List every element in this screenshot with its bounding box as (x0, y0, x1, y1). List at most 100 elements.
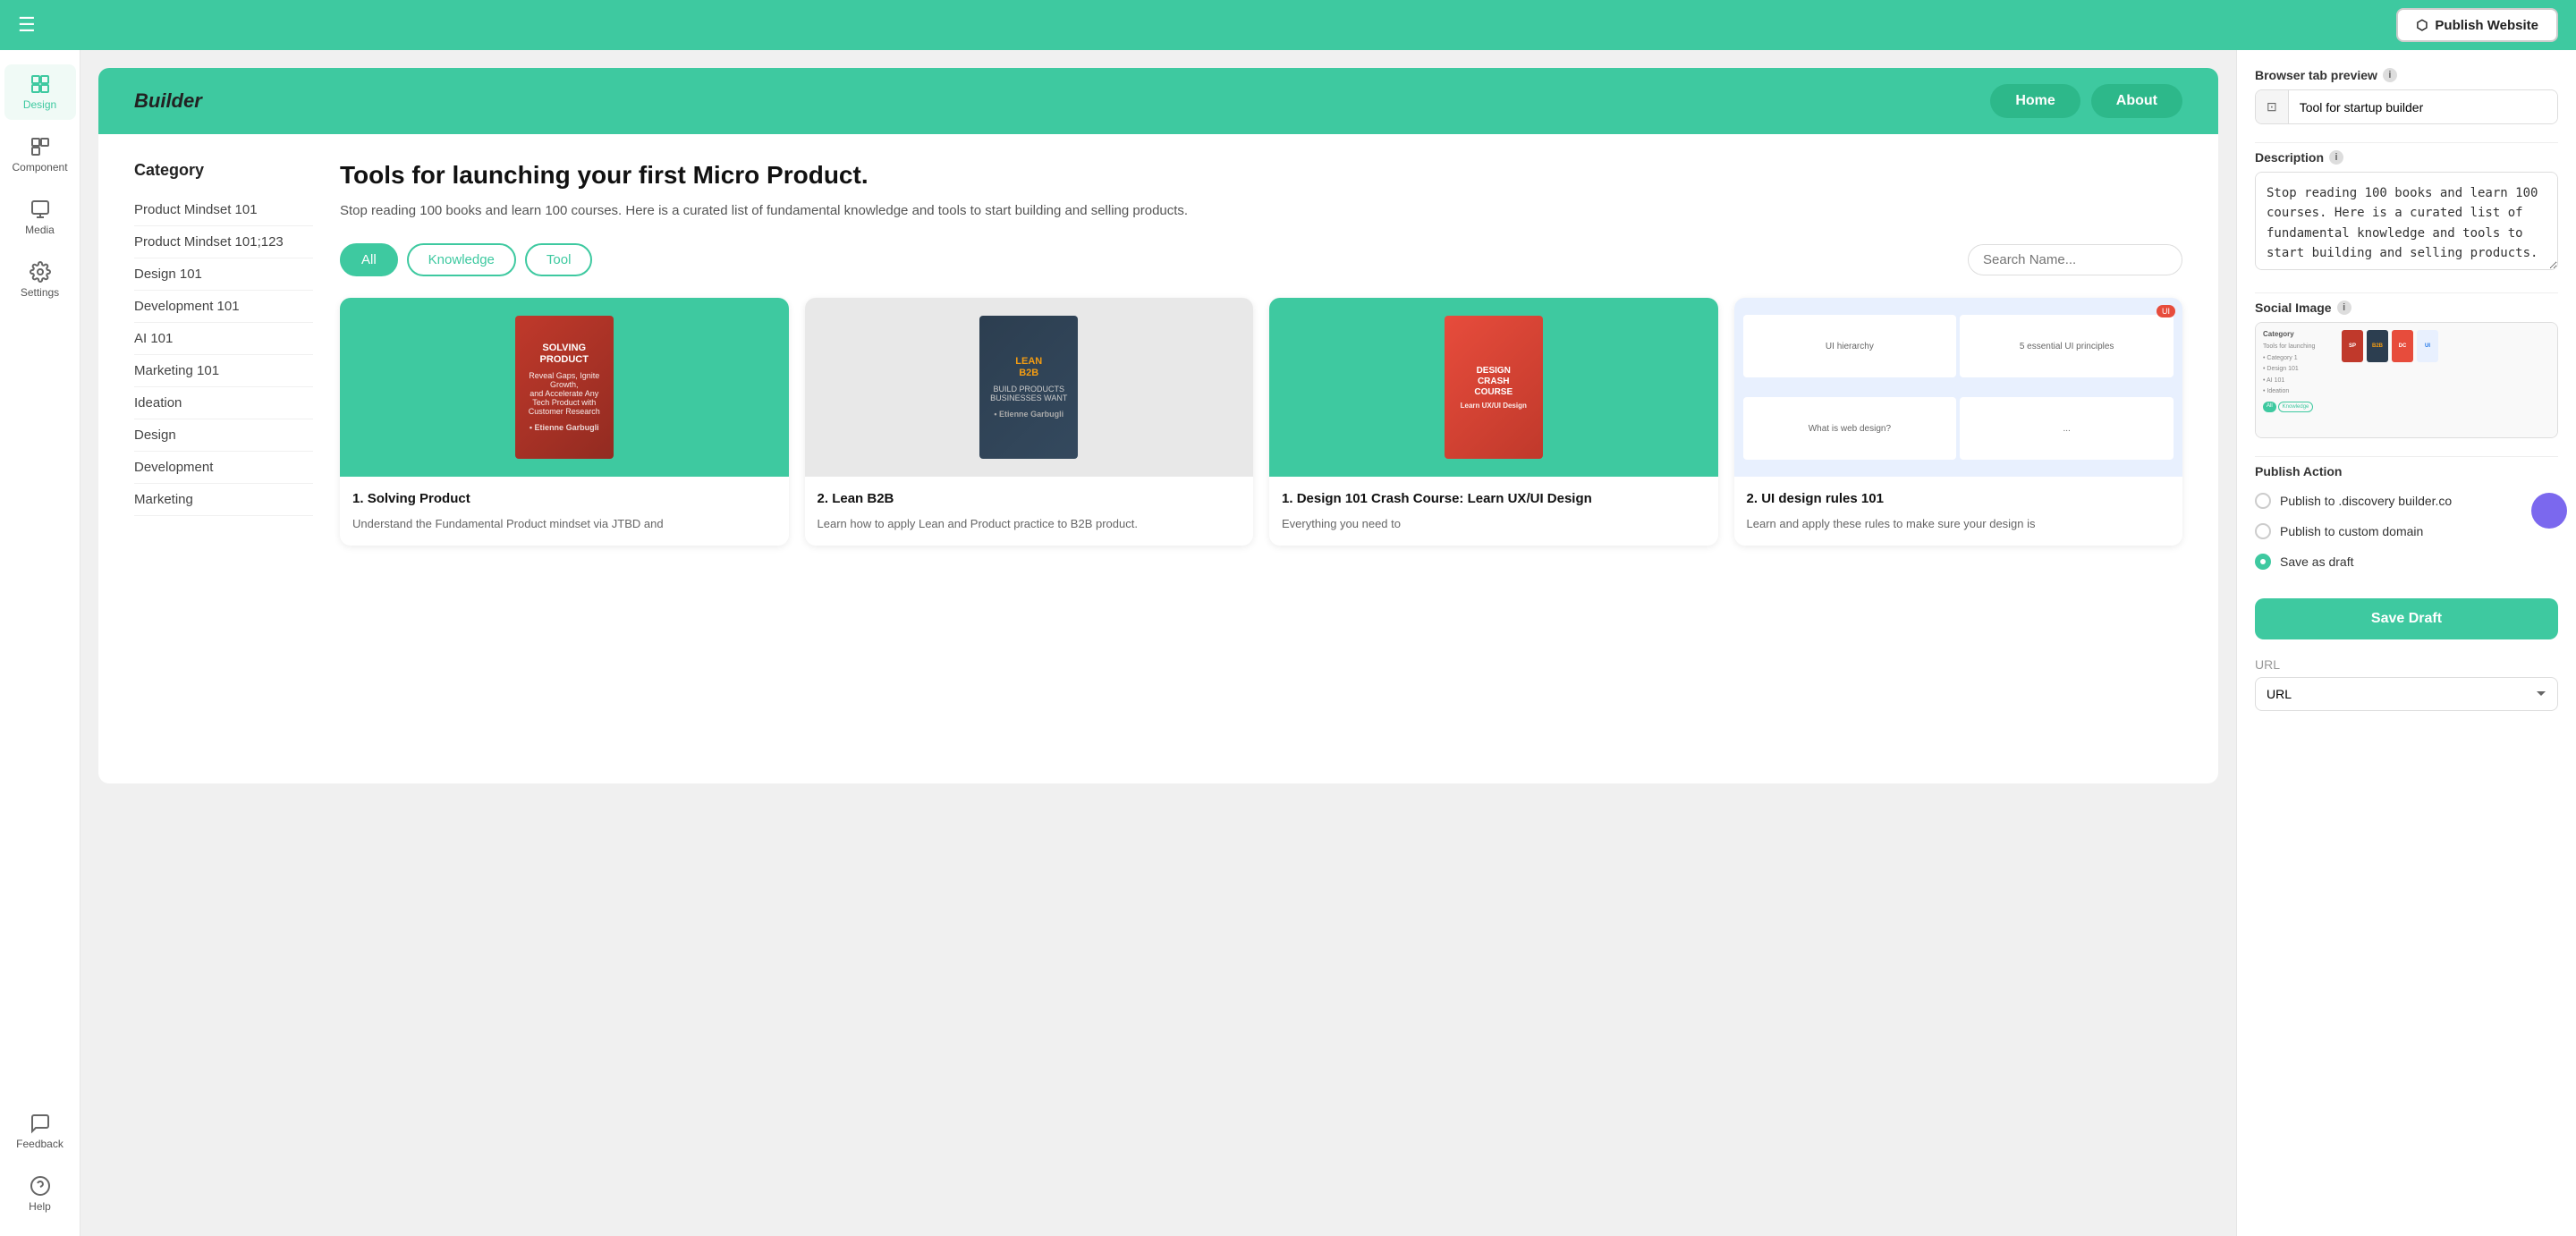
url-label: URL (2255, 657, 2558, 672)
radio-discovery[interactable] (2255, 493, 2271, 509)
list-item[interactable]: Design (134, 419, 313, 452)
sidebar-design-label: Design (23, 98, 56, 111)
browser-tab-label: Browser tab preview i (2255, 68, 2558, 82)
social-image-section: Social Image i Category Tools for launch… (2255, 301, 2558, 438)
list-item[interactable]: Marketing (134, 484, 313, 516)
card-content-2: 2. Lean B2B Learn how to apply Lean and … (805, 477, 1254, 546)
sidebar-item-component[interactable]: Component (4, 127, 76, 182)
social-image-label: Social Image i (2255, 301, 2558, 315)
search-input[interactable] (1968, 244, 2182, 275)
help-icon (30, 1175, 51, 1197)
card-item: SOLVINGPRODUCT Reveal Gaps, Ignite Growt… (340, 298, 789, 546)
filter-tool-button[interactable]: Tool (525, 243, 593, 276)
main-preview-area: Builder Home About Category Product Mind… (80, 50, 2236, 1236)
media-icon (30, 199, 51, 220)
book-cover-solving: SOLVINGPRODUCT Reveal Gaps, Ignite Growt… (515, 316, 614, 459)
filter-row: All Knowledge Tool (340, 243, 2182, 276)
list-item[interactable]: Product Mindset 101 (134, 194, 313, 226)
social-image-info-icon[interactable]: i (2337, 301, 2351, 315)
page-description: Stop reading 100 books and learn 100 cou… (340, 200, 2182, 222)
preview-body: Category Product Mindset 101 Product Min… (98, 134, 2218, 572)
url-select[interactable]: URL (2255, 677, 2558, 711)
book-cover-design: DESIGNCRASHCOURSE Learn UX/UI Design (1445, 316, 1543, 459)
preview-navbar: Builder Home About (98, 68, 2218, 134)
list-item[interactable]: Product Mindset 101;123 (134, 226, 313, 258)
sidebar-component-label: Component (12, 161, 67, 174)
filter-knowledge-button[interactable]: Knowledge (407, 243, 516, 276)
description-section: Description i Stop reading 100 books and… (2255, 150, 2558, 275)
radio-draft[interactable] (2255, 554, 2271, 570)
preview-logo: Builder (134, 89, 202, 113)
right-panel: Browser tab preview i ⊡ Description i St… (2236, 50, 2576, 1236)
sidebar-item-settings[interactable]: Settings (4, 252, 76, 308)
about-nav-button[interactable]: About (2091, 84, 2182, 118)
card-image-3: DESIGNCRASHCOURSE Learn UX/UI Design (1269, 298, 1718, 477)
left-sidebar: Design Component Media Settings Feedback (0, 50, 80, 1236)
component-icon (30, 136, 51, 157)
category-sidebar: Category Product Mindset 101 Product Min… (134, 161, 313, 546)
card-content-1: 1. Solving Product Understand the Fundam… (340, 477, 789, 546)
publish-custom-domain-option[interactable]: Publish to custom domain (2255, 516, 2558, 546)
tab-title-input[interactable] (2289, 91, 2557, 123)
sidebar-item-feedback[interactable]: Feedback (4, 1104, 76, 1159)
content-area: Tools for launching your first Micro Pro… (340, 161, 2182, 546)
list-item[interactable]: Marketing 101 (134, 355, 313, 387)
card-image-2: LEANB2B BUILD PRODUCTS BUSINESSES WANT •… (805, 298, 1254, 477)
preview-layout: Category Product Mindset 101 Product Min… (134, 161, 2182, 546)
url-section: URL URL (2255, 657, 2558, 711)
card-image-4: UI hierarchy 5 essential UI principles W… (1734, 298, 2183, 477)
description-info-icon[interactable]: i (2329, 150, 2343, 165)
category-title: Category (134, 161, 313, 180)
save-draft-button[interactable]: Save Draft (2255, 598, 2558, 639)
publish-website-button[interactable]: ⬡ Publish Website (2396, 8, 2558, 42)
browser-tab-section: Browser tab preview i ⊡ (2255, 68, 2558, 124)
list-item[interactable]: Development 101 (134, 291, 313, 323)
menu-icon[interactable]: ☰ (18, 13, 36, 37)
publish-action-label: Publish Action (2255, 464, 2558, 478)
home-nav-button[interactable]: Home (1990, 84, 2080, 118)
publish-draft-option[interactable]: Save as draft (2255, 546, 2558, 577)
card-content-3: 1. Design 101 Crash Course: Learn UX/UI … (1269, 477, 1718, 546)
sidebar-item-design[interactable]: Design (4, 64, 76, 120)
card-item: DESIGNCRASHCOURSE Learn UX/UI Design 1. … (1269, 298, 1718, 546)
card-item: UI hierarchy 5 essential UI principles W… (1734, 298, 2183, 546)
browser-tab-info-icon[interactable]: i (2383, 68, 2397, 82)
nav-buttons: Home About (1990, 84, 2182, 118)
card-image-1: SOLVINGPRODUCT Reveal Gaps, Ignite Growt… (340, 298, 789, 477)
topbar: ☰ ⬡ Publish Website (0, 0, 2576, 50)
card-desc-3: Everything you need to (1282, 515, 1706, 533)
tab-title-row: ⊡ (2255, 89, 2558, 124)
publish-discovery-option[interactable]: Publish to .discovery builder.co (2255, 486, 2558, 516)
divider (2255, 456, 2558, 457)
social-image-preview: Category Tools for launching• Category 1… (2255, 322, 2558, 438)
card-desc-2: Learn how to apply Lean and Product prac… (818, 515, 1241, 533)
sidebar-item-media[interactable]: Media (4, 190, 76, 245)
feedback-icon (30, 1113, 51, 1134)
list-item[interactable]: Development (134, 452, 313, 484)
user-avatar (2531, 493, 2567, 529)
tab-favicon-icon: ⊡ (2256, 90, 2289, 123)
card-desc-1: Understand the Fundamental Product minds… (352, 515, 776, 533)
list-item[interactable]: AI 101 (134, 323, 313, 355)
publish-icon: ⬡ (2416, 17, 2428, 33)
page-title: Tools for launching your first Micro Pro… (340, 161, 2182, 190)
category-list: Product Mindset 101 Product Mindset 101;… (134, 194, 313, 516)
description-textarea[interactable]: Stop reading 100 books and learn 100 cou… (2255, 172, 2558, 270)
settings-icon (30, 261, 51, 283)
sidebar-item-help[interactable]: Help (4, 1166, 76, 1222)
divider (2255, 142, 2558, 143)
filter-all-button[interactable]: All (340, 243, 398, 276)
radio-custom[interactable] (2255, 523, 2271, 539)
design-icon (30, 73, 51, 95)
sidebar-media-label: Media (25, 224, 55, 236)
book-cover-lean: LEANB2B BUILD PRODUCTS BUSINESSES WANT •… (979, 316, 1078, 459)
list-item[interactable]: Design 101 (134, 258, 313, 291)
description-label: Description i (2255, 150, 2558, 165)
card-content-4: 2. UI design rules 101 Learn and apply t… (1734, 477, 2183, 546)
card-desc-4: Learn and apply these rules to make sure… (1747, 515, 2171, 533)
sidebar-feedback-label: Feedback (16, 1138, 64, 1150)
publish-action-section: Publish Action Publish to .discovery bui… (2255, 464, 2558, 577)
sidebar-help-label: Help (29, 1200, 51, 1213)
sidebar-settings-label: Settings (21, 286, 59, 299)
list-item[interactable]: Ideation (134, 387, 313, 419)
